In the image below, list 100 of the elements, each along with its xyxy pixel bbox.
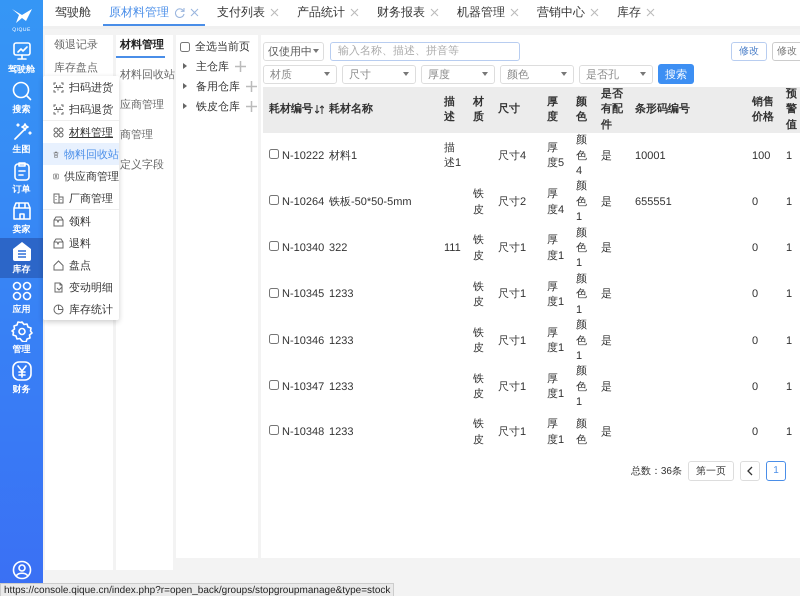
row-checkbox[interactable] bbox=[269, 149, 279, 160]
filter-select[interactable]: 尺寸 bbox=[342, 64, 416, 84]
nav-item[interactable]: 财务 bbox=[0, 358, 43, 398]
table-cell: 10001 bbox=[635, 150, 666, 162]
menu-item[interactable]: 退料 bbox=[43, 232, 119, 254]
search-field[interactable]: 输入名称、描述、拼音等 bbox=[330, 42, 520, 60]
table-cell: 1 bbox=[786, 242, 792, 254]
table-cell: 1 bbox=[786, 150, 792, 162]
tree-node[interactable]: 主仓库 bbox=[196, 58, 229, 74]
yen-icon bbox=[10, 360, 32, 382]
column-header: 销售价格 bbox=[752, 96, 774, 124]
table-cell: 1 bbox=[786, 288, 792, 300]
tree-node[interactable]: 铁皮仓库 bbox=[196, 98, 240, 114]
submenu-item[interactable]: 领退记录 bbox=[45, 35, 113, 58]
table-cell: N-10345 bbox=[282, 288, 324, 300]
tab[interactable]: 财务报表 bbox=[371, 0, 445, 26]
caret-down-icon bbox=[561, 72, 567, 76]
select-all-label[interactable]: 全选当前页 bbox=[195, 39, 250, 54]
tab[interactable]: 驾驶舱 bbox=[49, 0, 97, 26]
caret-right-icon[interactable] bbox=[182, 83, 188, 89]
table-cell: 0 bbox=[752, 380, 758, 393]
nav-item[interactable]: 订单 bbox=[0, 158, 43, 198]
nav-item[interactable]: 应用 bbox=[0, 278, 43, 318]
filter-select[interactable]: 颜色 bbox=[500, 64, 574, 84]
table-cell: 铁皮 bbox=[473, 188, 484, 216]
tree-node[interactable]: 备用仓库 bbox=[196, 78, 240, 94]
caret-right-icon[interactable] bbox=[182, 63, 188, 69]
tab[interactable]: 营销中心 bbox=[531, 0, 605, 26]
user-icon bbox=[12, 560, 32, 580]
status-url: https://console.qique.cn/index.php?r=open_back/groups/stopgroupmanage&type=stock bbox=[0, 583, 394, 596]
nav-item[interactable]: 管理 bbox=[0, 318, 43, 358]
row-checkbox[interactable] bbox=[269, 380, 279, 390]
filter-select[interactable]: 是否孔 bbox=[579, 64, 653, 84]
tab[interactable]: 机器管理 bbox=[451, 0, 525, 26]
nav-item[interactable]: 搜索 bbox=[0, 78, 43, 118]
row-checkbox[interactable] bbox=[269, 195, 279, 206]
menu-item[interactable]: 材料管理 bbox=[43, 121, 119, 143]
filter-select[interactable]: 厚度 bbox=[421, 64, 495, 84]
nav-item[interactable]: 驾驶舱 bbox=[0, 38, 43, 78]
tab[interactable]: 产品统计 bbox=[291, 0, 365, 26]
table-cell: 颜色1 bbox=[576, 180, 587, 224]
table-cell: 描述1 bbox=[444, 142, 462, 170]
nav-item[interactable]: 卖家 bbox=[0, 198, 43, 238]
menu-item[interactable]: 变动明细 bbox=[43, 276, 119, 298]
table-cell: 1 bbox=[786, 426, 792, 438]
search-button[interactable]: 搜索 bbox=[658, 64, 694, 84]
scan-icon bbox=[53, 104, 64, 114]
menu-item[interactable]: 库存统计 bbox=[43, 298, 119, 320]
menu-item[interactable]: 盘点 bbox=[43, 254, 119, 276]
edit-button[interactable]: 修改 bbox=[731, 42, 767, 60]
monitor-icon bbox=[10, 40, 32, 62]
close-icon bbox=[590, 8, 599, 16]
table-cell: 尺寸1 bbox=[498, 334, 526, 346]
row-checkbox[interactable] bbox=[269, 288, 279, 298]
menu-item[interactable]: 扫码退货 bbox=[43, 98, 119, 120]
column-header: 是否有配件 bbox=[601, 88, 623, 131]
table-cell: 颜色4 bbox=[576, 134, 587, 178]
settings-icon bbox=[10, 320, 32, 342]
scan-icon bbox=[53, 82, 64, 92]
tab[interactable]: 原材料管理 bbox=[103, 0, 205, 26]
table-cell: 材料1 bbox=[329, 150, 358, 162]
column-header: 条形码编号 bbox=[635, 103, 690, 116]
status-select[interactable]: 仅使用中 bbox=[263, 42, 324, 60]
column-header: 耗材名称 bbox=[329, 103, 373, 116]
submenu-item[interactable]: 应商管理 bbox=[116, 95, 173, 125]
filter-select[interactable]: 材质 bbox=[263, 64, 337, 84]
close-icon bbox=[646, 8, 655, 16]
tray-icon bbox=[53, 238, 64, 248]
select-all-checkbox[interactable] bbox=[180, 42, 190, 52]
edit-button[interactable]: 修改 bbox=[772, 42, 800, 60]
submenu-item[interactable]: 材料管理 bbox=[116, 35, 165, 58]
nav-item[interactable]: 库存 bbox=[0, 238, 43, 278]
menu-item[interactable]: 供应商管理 bbox=[43, 165, 119, 187]
table-cell: N-10222 bbox=[282, 150, 324, 162]
table-cell: 厚度1 bbox=[547, 418, 564, 446]
page-button[interactable]: 1 bbox=[766, 460, 786, 481]
menu-item[interactable]: 扫码进货 bbox=[43, 76, 119, 98]
row-checkbox[interactable] bbox=[269, 425, 279, 436]
table-cell: 1233 bbox=[329, 380, 354, 393]
table-cell: 1233 bbox=[329, 288, 354, 300]
row-checkbox[interactable] bbox=[269, 241, 279, 252]
menu-item[interactable]: 领料 bbox=[43, 210, 119, 232]
table-cell: 655551 bbox=[635, 196, 672, 208]
column-header: 厚度 bbox=[547, 96, 558, 124]
table-cell: 是 bbox=[601, 288, 612, 300]
trash-icon bbox=[53, 148, 59, 160]
tab[interactable]: 库存 bbox=[611, 0, 661, 26]
nav-item[interactable]: 生图 bbox=[0, 118, 43, 158]
row-checkbox[interactable] bbox=[269, 334, 279, 344]
table-cell: 厚度1 bbox=[547, 280, 564, 308]
table-cell: 1233 bbox=[329, 426, 354, 438]
caret-right-icon[interactable] bbox=[182, 103, 188, 109]
prev-page-button[interactable] bbox=[740, 460, 760, 481]
table-cell: 铁皮 bbox=[473, 234, 484, 262]
menu-item[interactable]: 厂商管理 bbox=[43, 187, 119, 209]
table-cell: 厚度1 bbox=[547, 326, 564, 354]
first-page-button[interactable]: 第一页 bbox=[688, 460, 734, 481]
table-cell: 是 bbox=[601, 242, 612, 254]
tab[interactable]: 支付列表 bbox=[211, 0, 285, 26]
submenu-item[interactable]: 材料回收站 bbox=[116, 65, 173, 95]
